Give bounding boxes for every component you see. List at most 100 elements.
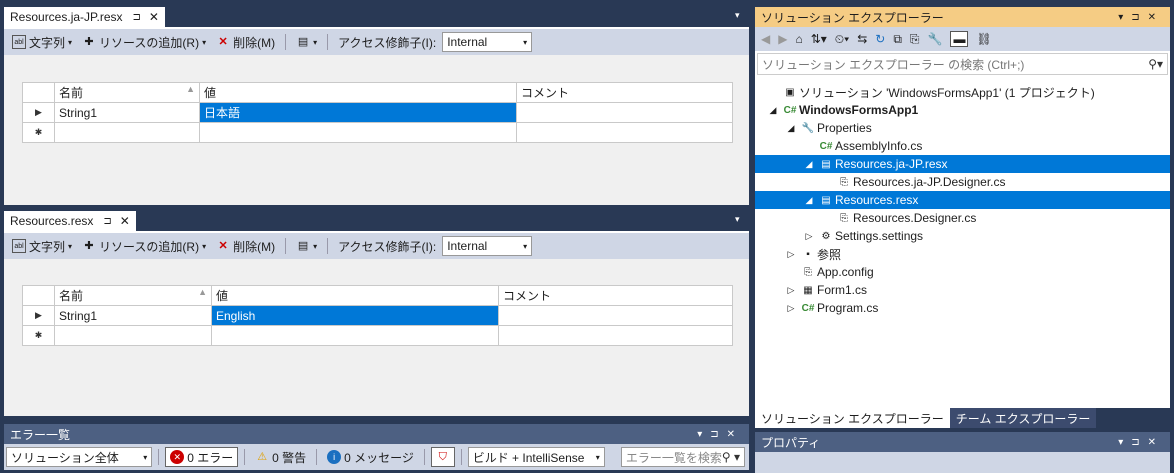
window-controls-icon[interactable]: ▾⊐✕ [1118, 437, 1164, 448]
se-search-input[interactable]: ソリューション エクスプローラー の検索 (Ctrl+;) ⚲▾ [757, 53, 1168, 75]
build-source-select[interactable]: ビルド + IntelliSense ▾ [467, 447, 605, 467]
tree-item[interactable]: ▣ ソリューション 'WindowsFormsApp1' (1 プロジェクト) [755, 83, 1170, 101]
file-icon: C# [801, 302, 815, 314]
tree-item[interactable]: ▷ ▪ 参照 [755, 245, 1170, 263]
tree-item-label: Form1.cs [817, 283, 868, 297]
new-row[interactable]: ✱ [22, 325, 733, 346]
strings-button[interactable]: abl 文字列 ▾ [8, 238, 76, 255]
cell-comment[interactable] [498, 305, 733, 326]
properties-body [755, 452, 1170, 473]
abc-icon: abl [12, 35, 26, 49]
cell-comment[interactable] [516, 102, 733, 123]
view-button[interactable]: ▤ ▾ [292, 35, 321, 49]
dropdown-icon[interactable]: ▾ [735, 10, 740, 21]
search-icon: ⚲▾ [1148, 57, 1163, 71]
access-label: アクセス修飾子(I): [338, 35, 437, 50]
solution-explorer-titlebar: ソリューション エクスプローラー ▾⊐✕ [755, 7, 1170, 27]
messages-filter-button[interactable]: i0 メッセージ [323, 449, 418, 466]
sync-icon[interactable]: ⇅▾ [811, 32, 827, 46]
panel-title: ソリューション エクスプローラー [761, 10, 944, 25]
close-icon[interactable]: ✕ [120, 214, 130, 228]
pin-icon[interactable]: ⊐ [133, 12, 141, 23]
properties-icon[interactable]: 🔧 [928, 32, 943, 46]
expand-arrow-icon[interactable]: ▷ [801, 231, 817, 242]
expand-arrow-icon[interactable]: ▷ [783, 303, 799, 314]
tree-item[interactable]: ▷ C# Program.cs [755, 299, 1170, 317]
file-icon: ⎘ [840, 176, 848, 188]
column-value[interactable]: 値 [211, 285, 499, 306]
errorlist-search-input[interactable]: エラー一覧を検索 ⚲ ▾ [620, 447, 746, 467]
delete-button[interactable]: ✕ 削除(M) [212, 34, 279, 51]
errors-filter-button[interactable]: ✕ 0 エラー [165, 447, 239, 467]
tree-item[interactable]: ▷ ⚙ Settings.settings [755, 227, 1170, 245]
access-modifier-select[interactable]: Internal ▾ [442, 32, 533, 52]
expand-arrow-icon[interactable]: ◢ [801, 159, 817, 170]
toolbar-separator [327, 238, 329, 254]
show-all-icon[interactable]: ⎘ [910, 32, 920, 47]
switch-view-icon[interactable]: ⇆ [857, 32, 867, 46]
diagram-icon[interactable]: ⛓ [976, 32, 991, 46]
cell-value[interactable]: English [211, 305, 499, 326]
tab-team-explorer[interactable]: チーム エクスプローラー [949, 408, 1097, 428]
access-modifier-select[interactable]: Internal ▾ [442, 236, 533, 256]
tree-item[interactable]: ⎘ App.config [755, 263, 1170, 281]
column-comment[interactable]: コメント [498, 285, 733, 306]
expand-arrow-icon[interactable]: ▷ [783, 285, 799, 296]
scope-select[interactable]: ソリューション全体 ▾ [6, 447, 153, 467]
expand-arrow-icon[interactable]: ◢ [765, 105, 781, 116]
se-toolbar: ◀ ▶ ⌂ ⇅▾ ⏲▾ ⇆ ↻ ⧉ ⎘ 🔧 ▬ ⛓ [755, 27, 1170, 51]
expand-arrow-icon[interactable]: ▷ [783, 249, 799, 260]
add-resource-icon: ✚ [84, 240, 94, 252]
home-icon[interactable]: ⌂ [795, 32, 802, 46]
tab-resources-ja-jp[interactable]: Resources.ja-JP.resx ⊐ ✕ [4, 7, 165, 27]
warnings-filter-button[interactable]: ⚠ 0 警告 [251, 449, 310, 466]
tree-item[interactable]: ◢ ▤ Resources.ja-JP.resx [755, 155, 1170, 173]
tab-solution-explorer[interactable]: ソリューション エクスプローラー [755, 408, 950, 428]
table-row[interactable]: ▶ String1 English [22, 305, 733, 326]
close-icon[interactable]: ✕ [149, 10, 159, 24]
tree-item[interactable]: ⎘ Resources.ja-JP.Designer.cs [755, 173, 1170, 191]
view-button[interactable]: ▤ ▾ [292, 239, 321, 253]
cell-name[interactable]: String1 [54, 102, 200, 123]
file-icon: 🔧 [801, 122, 815, 134]
tree-item[interactable]: ◢ ▤ Resources.resx [755, 191, 1170, 209]
filter-icon: ⛉ [438, 451, 447, 463]
column-comment[interactable]: コメント [516, 82, 733, 103]
expand-arrow-icon[interactable]: ◢ [801, 195, 817, 206]
cell-value[interactable]: 日本語 [199, 102, 517, 123]
cell-name[interactable]: String1 [54, 305, 212, 326]
expand-arrow-icon[interactable]: ◢ [783, 123, 799, 134]
delete-icon: ✕ [218, 36, 228, 48]
window-controls-icon[interactable]: ▾⊐✕ [697, 429, 743, 440]
add-resource-button[interactable]: ✚ リソースの追加(R) ▾ [78, 34, 210, 51]
forward-icon[interactable]: ▶ [778, 32, 787, 46]
properties-titlebar: プロパティ ▾⊐✕ [755, 432, 1170, 452]
tree-item[interactable]: ▷ ▦ Form1.cs [755, 281, 1170, 299]
preview-icon[interactable]: ▬ [950, 31, 969, 47]
tree-item-label: Settings.settings [835, 229, 924, 243]
column-name[interactable]: 名前 ▲ [54, 82, 200, 103]
tree-item[interactable]: ◢ 🔧 Properties [755, 119, 1170, 137]
table-row[interactable]: ▶ String1 日本語 [22, 102, 733, 123]
view-icon: ▤ [297, 36, 309, 48]
tree-item[interactable]: ⎘ Resources.Designer.cs [755, 209, 1170, 227]
add-resource-button[interactable]: ✚ リソースの追加(R) ▾ [78, 238, 210, 255]
dropdown-icon[interactable]: ▾ [735, 214, 740, 225]
window-controls-icon[interactable]: ▾⊐✕ [1118, 12, 1164, 23]
tree-item[interactable]: C# AssemblyInfo.cs [755, 137, 1170, 155]
column-value[interactable]: 値 [199, 82, 517, 103]
errorlist-titlebar: エラー一覧 ▾⊐✕ [4, 424, 749, 444]
tree-item[interactable]: ◢ C# WindowsFormsApp1 [755, 101, 1170, 119]
collapse-icon[interactable]: ⧉ [893, 32, 902, 47]
pin-icon[interactable]: ⊐ [103, 216, 111, 227]
history-icon[interactable]: ⏲▾ [835, 32, 849, 47]
warning-icon: ⚠ [257, 451, 268, 463]
new-row[interactable]: ✱ [22, 122, 733, 143]
strings-button[interactable]: abl 文字列 ▾ [8, 34, 76, 51]
column-name[interactable]: 名前 ▲ [54, 285, 212, 306]
tab-resources-resx[interactable]: Resources.resx ⊐ ✕ [4, 211, 136, 231]
back-icon[interactable]: ◀ [761, 32, 770, 46]
delete-button[interactable]: ✕ 削除(M) [212, 238, 279, 255]
refresh-icon[interactable]: ↻ [875, 32, 885, 46]
filter-toggle-button[interactable]: ⛉ [430, 447, 455, 467]
